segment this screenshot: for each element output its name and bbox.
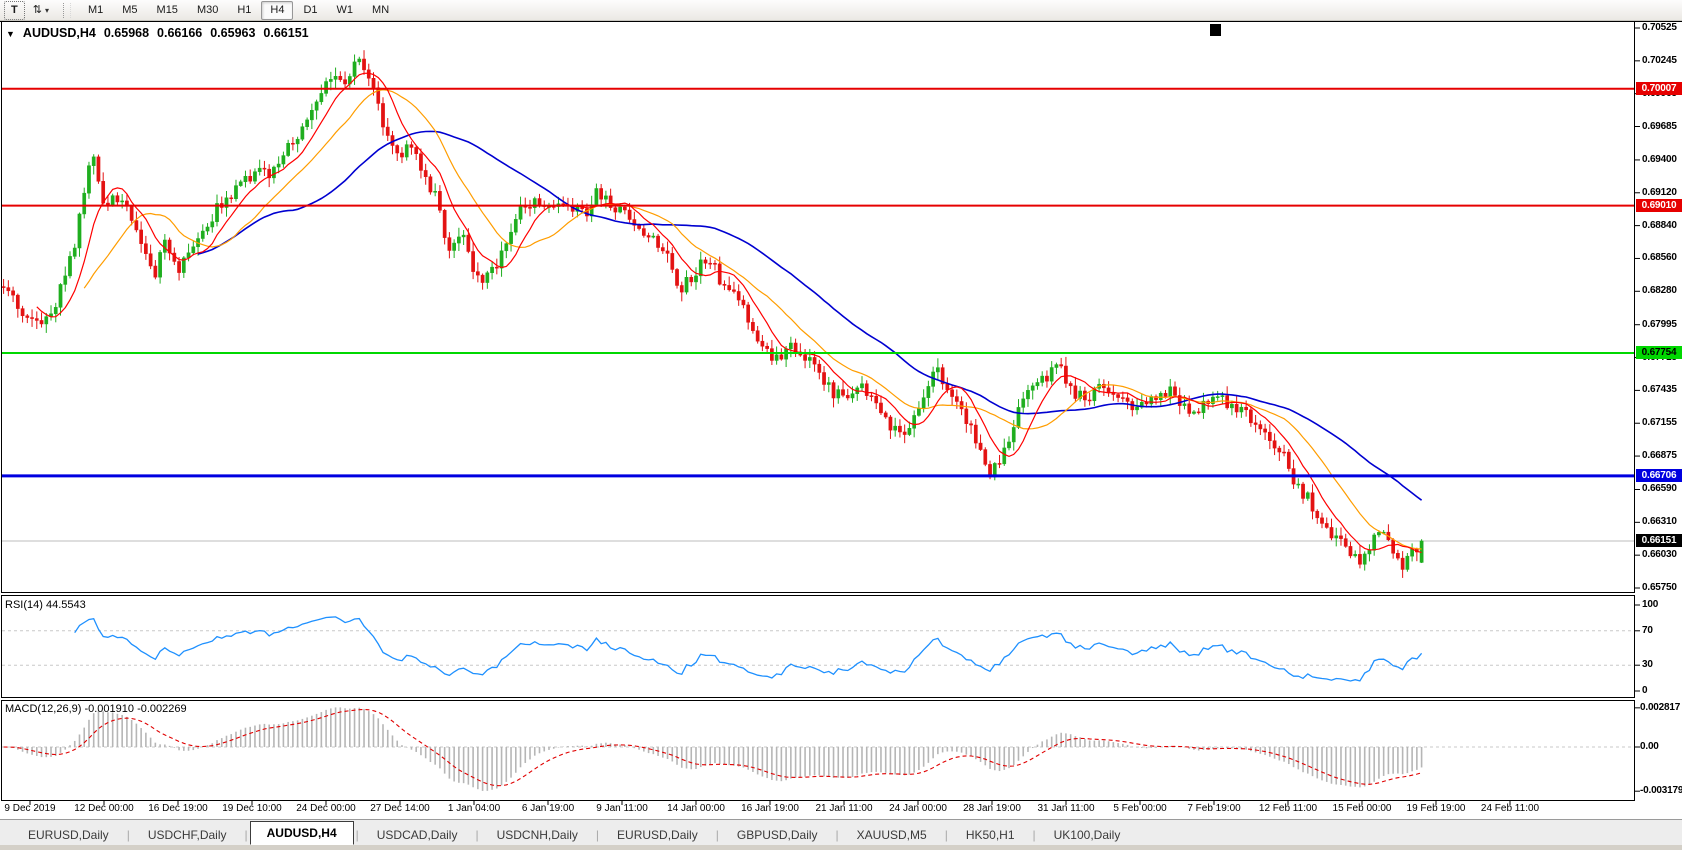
tab-audusd-h4[interactable]: AUDUSD,H4 — [250, 821, 354, 845]
trading-platform-window: T ⇅ ▾ M1M5M15M30H1H4D1W1MN ▼ AUDUSD,H4 0… — [0, 0, 1682, 850]
price-tick-label: 0.70245 — [1642, 55, 1677, 66]
macd-tick-label: 0.002817 — [1640, 702, 1680, 713]
chart-symbol-timeframe: AUDUSD,H4 — [23, 26, 96, 40]
tab-usdcad-daily[interactable]: USDCAD,Daily — [361, 825, 474, 845]
timeframe-button-m15[interactable]: M15 — [148, 1, 187, 20]
timeframe-button-w1[interactable]: W1 — [328, 1, 363, 20]
tab-separator: | — [473, 825, 480, 845]
time-axis-label: 21 Jan 11:00 — [815, 803, 872, 814]
chart-ohlc-header: ▼ AUDUSD,H4 0.65968 0.66166 0.65963 0.66… — [6, 26, 309, 40]
price-level-badge: 0.67754 — [1636, 346, 1682, 359]
chart-tabs-bar: EURUSD,Daily|USDCHF,Daily|AUDUSD,H4|USDC… — [0, 819, 1682, 845]
tab-usdcnh-daily[interactable]: USDCNH,Daily — [481, 825, 594, 845]
price-tick-label: 0.68560 — [1642, 252, 1677, 263]
tab-separator: | — [1031, 825, 1038, 845]
timeframe-button-m1[interactable]: M1 — [79, 1, 112, 20]
time-axis-label: 19 Dec 10:00 — [222, 803, 282, 814]
tab-separator: | — [834, 825, 841, 845]
macd-indicator-label: MACD(12,26,9) -0.001910 -0.002269 — [5, 703, 187, 715]
ohlc-open: 0.65968 — [104, 26, 149, 40]
collapse-chart-icon[interactable]: ▼ — [6, 28, 15, 39]
ohlc-close: 0.66151 — [263, 26, 308, 40]
price-tick-label: 0.67435 — [1642, 384, 1677, 395]
tab-separator: | — [125, 825, 132, 845]
tab-separator: | — [243, 825, 250, 845]
time-axis-label: 9 Jan 11:00 — [596, 803, 648, 814]
time-axis-label: 16 Jan 19:00 — [741, 803, 799, 814]
current-price-badge: 0.66151 — [1636, 534, 1682, 547]
time-axis-label: 9 Dec 2019 — [4, 803, 55, 814]
tab-separator: | — [354, 825, 361, 845]
tab-separator: | — [594, 825, 601, 845]
time-axis-label: 7 Feb 19:00 — [1187, 803, 1240, 814]
tab-separator: | — [714, 825, 721, 845]
timeframe-button-d1[interactable]: D1 — [294, 1, 326, 20]
price-tick-label: 0.66875 — [1642, 450, 1677, 461]
timeframe-button-mn[interactable]: MN — [363, 1, 398, 20]
ohlc-high: 0.66166 — [157, 26, 202, 40]
chevron-down-icon: ▾ — [45, 2, 49, 19]
time-axis-label: 5 Feb 00:00 — [1113, 803, 1166, 814]
rsi-tick-label: 0 — [1642, 685, 1647, 696]
price-tick-label: 0.69120 — [1642, 187, 1677, 198]
chart-area[interactable]: ▼ AUDUSD,H4 0.65968 0.66166 0.65963 0.66… — [0, 21, 1682, 819]
rsi-indicator-label: RSI(14) 44.5543 — [5, 599, 86, 611]
tab-hk50-h1[interactable]: HK50,H1 — [950, 825, 1031, 845]
time-axis-label: 6 Jan 19:00 — [522, 803, 574, 814]
tab-eurusd-daily[interactable]: EURUSD,Daily — [12, 825, 125, 845]
time-axis-label: 12 Dec 00:00 — [74, 803, 134, 814]
toolbar-separator — [63, 3, 71, 18]
arrows-tool-button[interactable]: ⇅ ▾ — [27, 1, 55, 20]
tab-usdchf-daily[interactable]: USDCHF,Daily — [132, 825, 243, 845]
text-label-tool-button[interactable]: T — [4, 1, 25, 20]
time-axis-label: 14 Jan 00:00 — [667, 803, 725, 814]
time-axis-label: 24 Feb 11:00 — [1481, 803, 1539, 814]
price-tick-label: 0.66310 — [1642, 516, 1677, 527]
timeframe-button-h4[interactable]: H4 — [261, 1, 293, 20]
chart-toolbar: T ⇅ ▾ M1M5M15M30H1H4D1W1MN — [0, 0, 1682, 21]
time-axis-label: 27 Dec 14:00 — [370, 803, 430, 814]
price-level-badge: 0.70007 — [1636, 82, 1682, 95]
tab-gbpusd-daily[interactable]: GBPUSD,Daily — [721, 825, 834, 845]
bottom-strip — [0, 845, 1682, 850]
price-level-badge: 0.69010 — [1636, 199, 1682, 212]
price-chart-plot[interactable] — [0, 21, 1682, 819]
tab-eurusd-daily[interactable]: EURUSD,Daily — [601, 825, 714, 845]
time-axis-label: 24 Dec 00:00 — [296, 803, 356, 814]
chart-shift-marker[interactable] — [1210, 24, 1221, 36]
rsi-tick-label: 70 — [1642, 625, 1653, 636]
ohlc-low: 0.65963 — [210, 26, 255, 40]
time-axis-label: 1 Jan 04:00 — [448, 803, 500, 814]
timeframe-button-h1[interactable]: H1 — [228, 1, 260, 20]
timeframe-toolbar: M1M5M15M30H1H4D1W1MN — [79, 1, 398, 20]
price-tick-label: 0.68840 — [1642, 220, 1677, 231]
time-axis-label: 24 Jan 00:00 — [889, 803, 947, 814]
tab-xauusd-m5[interactable]: XAUUSD,M5 — [841, 825, 943, 845]
price-tick-label: 0.66030 — [1642, 549, 1677, 560]
time-axis-label: 31 Jan 11:00 — [1037, 803, 1094, 814]
price-tick-label: 0.65750 — [1642, 582, 1677, 593]
rsi-tick-label: 100 — [1642, 599, 1658, 610]
timeframe-button-m5[interactable]: M5 — [113, 1, 146, 20]
time-axis-label: 28 Jan 19:00 — [963, 803, 1021, 814]
timeframe-button-m30[interactable]: M30 — [188, 1, 227, 20]
price-tick-label: 0.67995 — [1642, 319, 1677, 330]
time-axis-label: 12 Feb 11:00 — [1259, 803, 1317, 814]
price-tick-label: 0.66590 — [1642, 483, 1677, 494]
rsi-tick-label: 30 — [1642, 659, 1653, 670]
tab-separator: | — [943, 825, 950, 845]
price-tick-label: 0.70525 — [1642, 22, 1677, 33]
tab-uk100-daily[interactable]: UK100,Daily — [1038, 825, 1137, 845]
macd-tick-label: 0.00 — [1640, 741, 1659, 752]
time-axis-label: 15 Feb 00:00 — [1333, 803, 1392, 814]
price-tick-label: 0.69685 — [1642, 121, 1677, 132]
price-tick-label: 0.69400 — [1642, 154, 1677, 165]
price-tick-label: 0.68280 — [1642, 285, 1677, 296]
time-axis-label: 19 Feb 19:00 — [1407, 803, 1466, 814]
price-level-badge: 0.66706 — [1636, 469, 1682, 482]
price-tick-label: 0.67155 — [1642, 417, 1677, 428]
arrows-icon: ⇅ — [33, 2, 42, 19]
time-axis-label: 16 Dec 19:00 — [148, 803, 208, 814]
macd-tick-label: -0.003179 — [1640, 785, 1682, 796]
